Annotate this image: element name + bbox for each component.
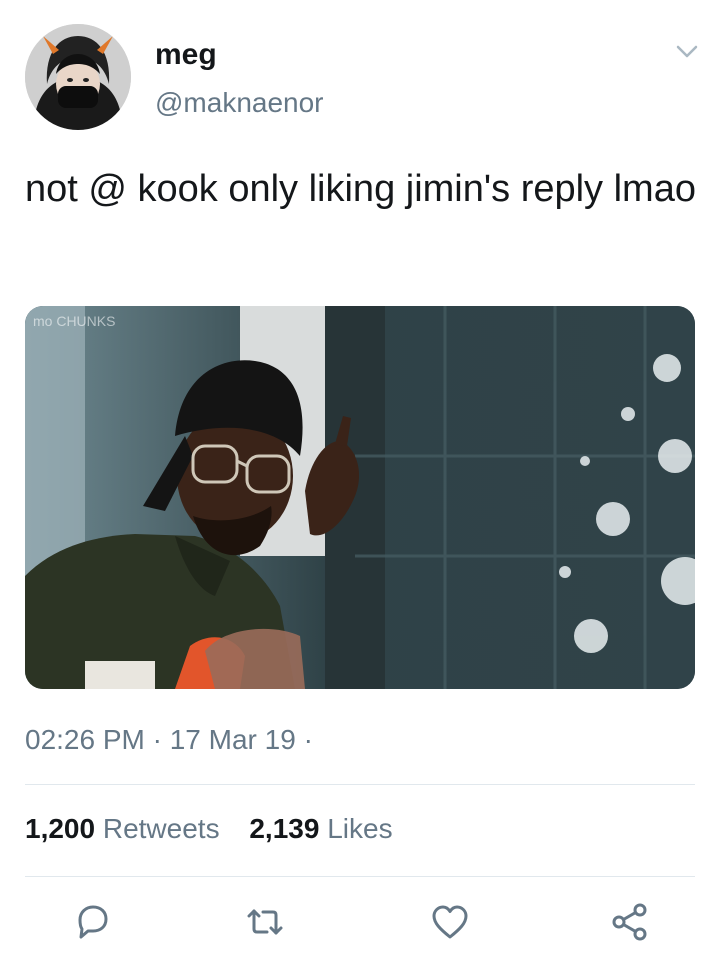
tweet-detail: meg @maknaenor not @ kook only liking ji…: [0, 0, 720, 975]
divider: [25, 876, 695, 877]
action-bar: [0, 900, 720, 944]
retweets-count: 1,200: [25, 813, 96, 844]
author-name[interactable]: meg: [155, 38, 217, 72]
likes-label: Likes: [327, 813, 393, 844]
like-button[interactable]: [428, 900, 472, 944]
share-button[interactable]: [608, 900, 652, 944]
media-watermark: mo CHUNKS: [33, 313, 115, 329]
divider: [25, 784, 695, 785]
avatar[interactable]: [25, 24, 131, 130]
tweet-timestamp: 02:26 PM · 17 Mar 19 ·: [25, 724, 313, 755]
heart-icon: [432, 905, 468, 939]
reply-button[interactable]: [70, 900, 114, 944]
likes-stat[interactable]: 2,139 Likes: [249, 813, 392, 844]
tweet-text: not @ kook only liking jimin's reply lma…: [25, 168, 696, 210]
author-handle[interactable]: @maknaenor: [155, 87, 324, 119]
retweets-label: Retweets: [102, 813, 220, 844]
retweets-stat[interactable]: 1,200 Retweets: [25, 813, 227, 844]
reply-icon: [78, 905, 108, 939]
likes-count: 2,139: [249, 813, 320, 844]
tweet-media-image[interactable]: mo CHUNKS: [25, 306, 695, 689]
tweet-stats: 1,200 Retweets 2,139 Likes: [25, 813, 415, 845]
chevron-down-icon[interactable]: [672, 40, 702, 62]
retweet-button[interactable]: [243, 900, 287, 944]
share-icon: [612, 903, 647, 941]
retweet-icon: [247, 909, 283, 935]
